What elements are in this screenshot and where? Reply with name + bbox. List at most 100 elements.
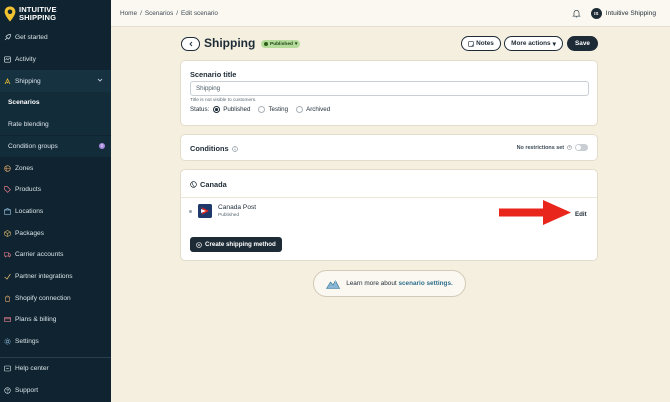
sidebar-item-label: Products <box>15 186 42 194</box>
caret-down-icon: ▾ <box>552 40 556 48</box>
sidebar-item-label: Partner integrations <box>15 273 73 281</box>
status-option-published[interactable]: Published <box>213 106 250 113</box>
shipping-method-status: Published <box>218 213 240 218</box>
drag-handle-icon[interactable] <box>189 209 192 213</box>
conditions-heading: Conditions <box>190 144 238 153</box>
scenario-title-heading: Scenario title <box>190 70 237 79</box>
scenario-title-card: Scenario title Shipping Title is not vis… <box>180 60 598 126</box>
status-badge-label: Published <box>270 41 293 47</box>
sidebar-item-plans-billing[interactable]: Plans & billing <box>0 309 111 331</box>
sidebar-item-rate-blending[interactable]: Rate blending <box>0 113 111 136</box>
sidebar-item-settings[interactable]: Settings <box>0 331 111 353</box>
learn-more-text: Learn more about scenario settings. <box>346 280 453 287</box>
sidebar-item-locations[interactable]: Locations <box>0 201 111 223</box>
gear-icon <box>4 338 11 345</box>
sidebar-item-support[interactable]: Support <box>0 380 111 402</box>
restrictions-toggle[interactable] <box>575 144 588 151</box>
shipping-method-name: Canada Post <box>218 204 257 211</box>
notes-label: Notes <box>476 40 494 47</box>
radio-published[interactable] <box>213 106 221 113</box>
sidebar-item-condition-groups[interactable]: Condition groups ! <box>0 135 111 158</box>
sidebar-item-products[interactable]: Products <box>0 179 111 201</box>
status-radio-group: Status: Published Testing Archived <box>190 106 334 113</box>
sidebar-item-label: Activity <box>15 56 36 64</box>
help-circle-icon[interactable] <box>567 145 572 150</box>
sidebar-item-label: Shopify connection <box>15 294 71 302</box>
sidebar-item-label: Rate blending <box>8 121 49 129</box>
sidebar-item-scenarios[interactable]: Scenarios <box>0 92 111 114</box>
chevron-left-icon <box>188 41 192 47</box>
sidebar-item-label: Carrier accounts <box>15 251 64 259</box>
breadcrumb-current: Edit scenario <box>181 9 218 17</box>
zone-title: Canada <box>200 180 227 189</box>
edit-method-button[interactable]: Edit <box>575 211 587 218</box>
brand-line-2: SHIPPING <box>19 12 57 22</box>
status-option-label: Testing <box>268 106 289 113</box>
breadcrumb-separator: / <box>140 9 142 17</box>
save-button[interactable]: Save <box>567 36 598 51</box>
sidebar-item-label: Shipping <box>15 77 41 85</box>
annotation-arrow-icon <box>499 200 571 225</box>
integration-icon <box>4 273 11 280</box>
restrictions-label: No restrictions set <box>516 144 564 151</box>
status-option-testing[interactable]: Testing <box>258 106 288 113</box>
radio-testing[interactable] <box>258 106 266 113</box>
rocket-icon <box>4 34 11 41</box>
sidebar-item-shopify-connection[interactable]: Shopify connection <box>0 287 111 309</box>
user-menu[interactable]: IS Intuitive Shipping <box>590 7 656 19</box>
activity-icon <box>4 56 11 63</box>
breadcrumb-home[interactable]: Home <box>120 10 137 17</box>
learn-more-link[interactable]: scenario settings. <box>398 280 452 287</box>
chevron-down-icon[interactable] <box>97 77 103 85</box>
avatar: IS <box>590 7 602 19</box>
sidebar-item-label: Scenarios <box>8 99 40 107</box>
sidebar-item-label: Locations <box>15 207 44 215</box>
sidebar-item-carrier-accounts[interactable]: Carrier accounts <box>0 244 111 266</box>
sidebar-item-label: Support <box>15 387 39 395</box>
status-option-label: Published <box>223 106 251 113</box>
scenario-title-input[interactable]: Shipping <box>190 81 589 96</box>
shipping-method-info: Canada Post Published <box>218 204 256 218</box>
location-icon <box>4 208 11 215</box>
more-actions-button[interactable]: More actions ▾ <box>504 36 563 51</box>
sidebar-item-partner-integrations[interactable]: Partner integrations <box>0 266 111 288</box>
shopify-icon <box>4 295 11 302</box>
app-logo[interactable]: INTUITIVE SHIPPING <box>0 0 111 27</box>
conditions-card: Conditions No restrictions set <box>180 134 598 161</box>
sidebar-item-packages[interactable]: Packages <box>0 222 111 244</box>
help-icon <box>4 365 11 372</box>
sidebar-item-label: Get started <box>15 34 48 42</box>
create-shipping-method-button[interactable]: Create shipping method <box>190 237 282 252</box>
learn-more-banner[interactable]: Learn more about scenario settings. <box>313 270 466 297</box>
page-title: Shipping <box>204 36 256 50</box>
sidebar-item-shipping[interactable]: Shipping <box>0 70 111 93</box>
scenario-title-hint: Title is not visible to customers. <box>190 98 257 103</box>
sidebar-item-help-center[interactable]: Help center <box>0 358 111 380</box>
billing-icon <box>4 316 11 323</box>
support-icon <box>4 387 11 394</box>
notification-badge: ! <box>99 142 105 149</box>
sidebar-item-label: Zones <box>15 164 34 172</box>
sidebar-item-label: Condition groups <box>8 142 58 150</box>
sidebar-item-get-started[interactable]: Get started <box>0 27 111 49</box>
location-pin-logo-icon <box>4 6 16 21</box>
conditions-title: Conditions <box>190 144 229 153</box>
sidebar-item-activity[interactable]: Activity <box>0 49 111 71</box>
bell-icon[interactable] <box>572 9 581 18</box>
breadcrumb-separator: / <box>176 9 179 17</box>
shipping-method-row[interactable]: Canada Post Published <box>189 204 256 218</box>
status-badge[interactable]: Published ▾ <box>261 40 301 48</box>
truck-icon <box>4 251 11 258</box>
sidebar-item-zones[interactable]: Zones <box>0 157 111 179</box>
radio-archived[interactable] <box>296 106 304 113</box>
status-option-archived[interactable]: Archived <box>296 106 330 113</box>
zones-icon <box>4 164 11 172</box>
top-bar: Home / Scenarios / Edit scenario IS Intu… <box>111 0 670 27</box>
caret-down-icon: ▾ <box>294 41 298 47</box>
notes-button[interactable]: Notes <box>461 36 501 51</box>
back-button[interactable] <box>181 37 200 51</box>
shipping-icon <box>4 77 11 85</box>
info-icon[interactable] <box>231 145 238 152</box>
breadcrumb-scenarios[interactable]: Scenarios <box>145 10 173 17</box>
tag-icon <box>4 186 11 194</box>
